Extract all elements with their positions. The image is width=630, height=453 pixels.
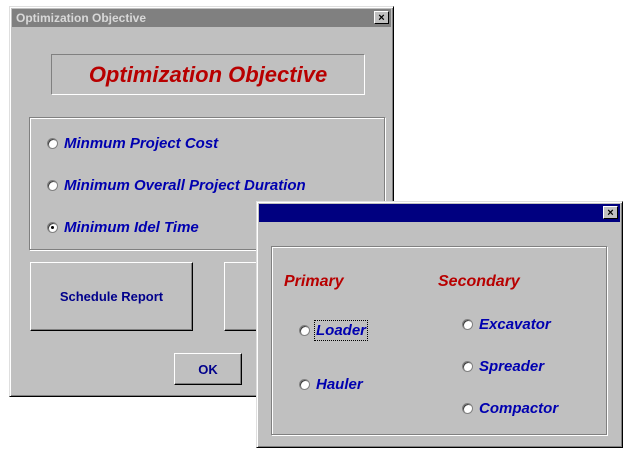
dialog-title: Optimization Objective [16,11,147,25]
radio-button[interactable] [462,319,473,330]
option-min-cost[interactable]: Minmum Project Cost [47,135,218,152]
title-bar[interactable]: × [259,204,620,222]
radio-button[interactable] [462,361,473,372]
schedule-report-button[interactable]: Schedule Report [30,262,193,331]
radio-button[interactable] [47,180,58,191]
option-min-duration[interactable]: Minimum Overall Project Duration [47,177,306,194]
option-label: Compactor [479,400,559,417]
option-excavator[interactable]: Excavator [462,316,551,333]
title-bar[interactable]: Optimization Objective × [12,9,391,27]
option-spreader[interactable]: Spreader [462,358,544,375]
option-loader[interactable]: Loader [299,320,369,341]
ok-label: OK [198,361,218,377]
radio-button-selected[interactable] [47,222,58,233]
option-label: Minmum Project Cost [64,135,219,152]
option-hauler[interactable]: Hauler [299,376,363,393]
option-label: Excavator [479,316,551,333]
close-icon: × [378,12,385,24]
radio-button[interactable] [299,325,310,336]
option-label: Hauler [316,376,363,393]
close-icon: × [607,207,614,219]
option-label: Spreader [479,358,545,375]
primary-heading: Primary [284,273,344,290]
equipment-dialog: × Primary Secondary Loader Hauler Excava… [256,201,623,448]
schedule-report-label: Schedule Report [59,289,164,304]
radio-button[interactable] [47,138,58,149]
radio-button[interactable] [462,403,473,414]
radio-button[interactable] [299,379,310,390]
ok-button[interactable]: OK [174,353,242,385]
heading-text: Optimization Objective [88,61,328,87]
heading-box: Optimization Objective [51,54,365,95]
close-button[interactable]: × [374,11,389,24]
option-label: Minimum Overall Project Duration [64,177,306,194]
secondary-heading: Secondary [438,273,520,290]
option-label: Loader [313,320,369,341]
option-label: Minimum Idel Time [64,219,199,236]
option-min-idle[interactable]: Minimum Idel Time [47,219,199,236]
close-button[interactable]: × [603,206,618,219]
option-compactor[interactable]: Compactor [462,400,558,417]
